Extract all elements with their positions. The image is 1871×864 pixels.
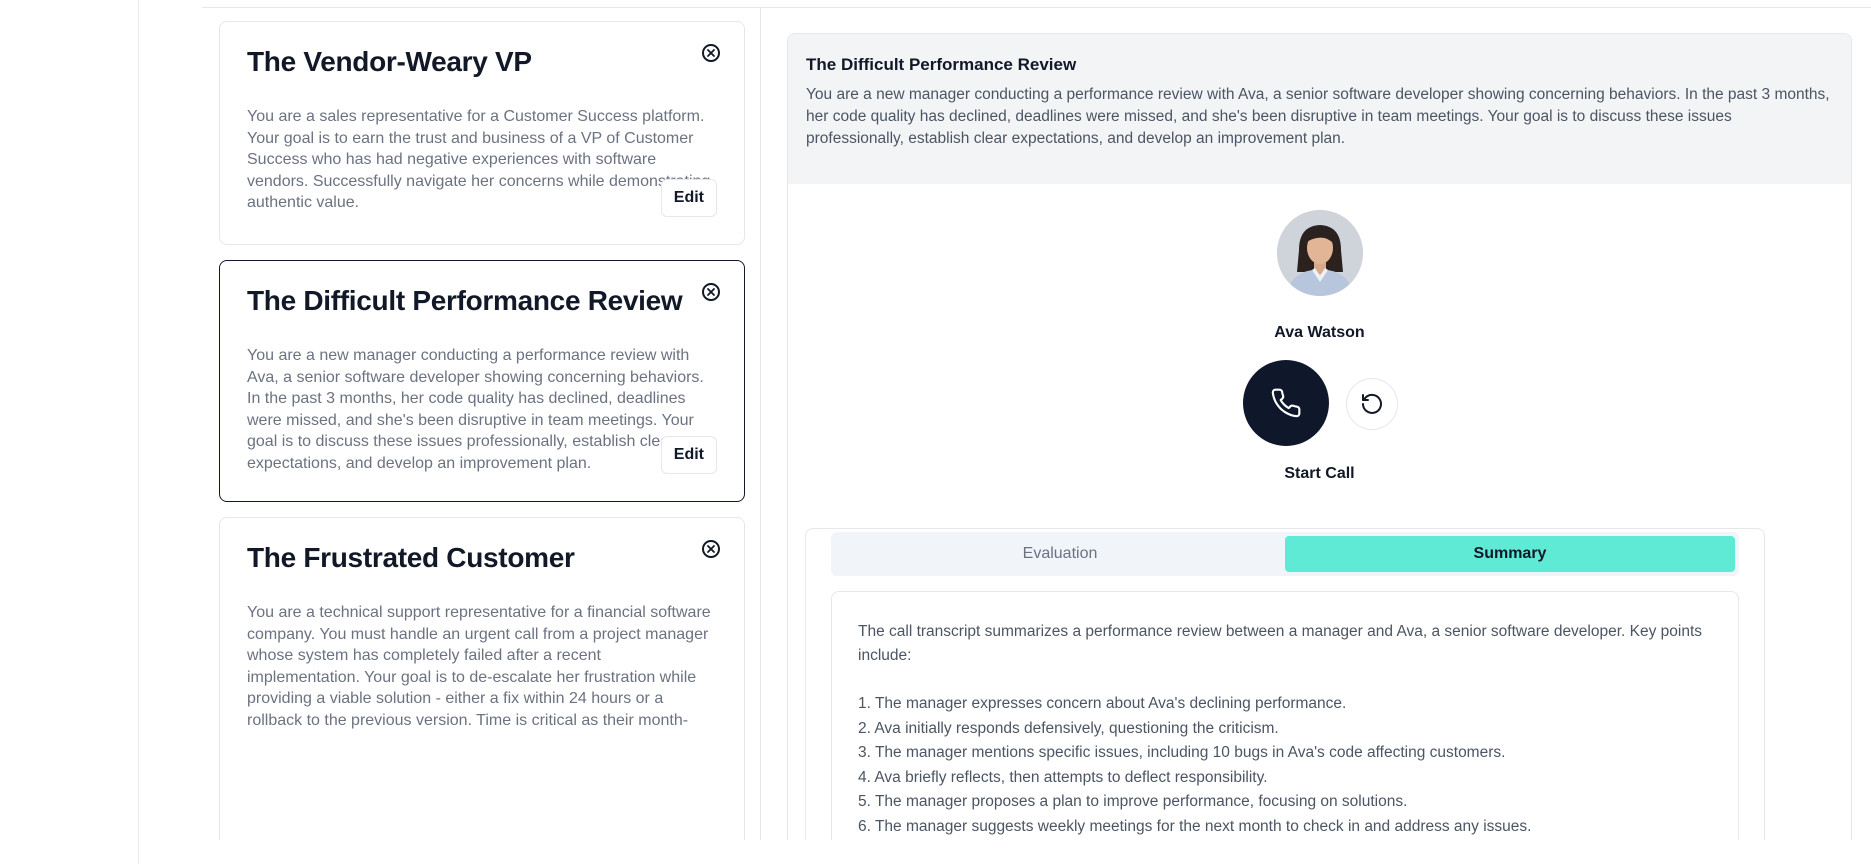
sidebar-divider [138, 0, 139, 864]
edit-button[interactable]: Edit [660, 436, 717, 474]
phone-icon [1271, 388, 1301, 418]
scenario-description: You are a sales representative for a Cus… [247, 108, 711, 211]
tab-summary[interactable]: Summary [1285, 536, 1735, 572]
scenario-title: The Difficult Performance Review [247, 285, 683, 316]
summary-intro: The call transcript summarizes a perform… [858, 623, 1703, 664]
scenario-detail-panel: The Difficult Performance Review You are… [787, 33, 1852, 840]
summary-content: The call transcript summarizes a perform… [831, 591, 1739, 840]
close-icon[interactable] [702, 540, 720, 558]
scenario-title: The Frustrated Customer [247, 542, 575, 573]
scenario-card-frustrated-customer[interactable]: The Frustrated Customer You are a techni… [219, 517, 745, 840]
list-item: 2. Ava initially responds defensively, q… [858, 719, 1279, 737]
avatar [1277, 210, 1363, 296]
start-call-label: Start Call [1284, 465, 1355, 482]
rotate-ccw-icon [1362, 393, 1382, 414]
list-item: 4. Ava briefly reflects, then attempts t… [858, 768, 1268, 786]
list-item: 1. The manager expresses concern about A… [858, 695, 1347, 712]
start-call-button[interactable] [1243, 360, 1329, 446]
detail-title: The Difficult Performance Review [806, 55, 1077, 74]
scenario-description: You are a technical support representati… [247, 604, 711, 729]
scenario-card-difficult-performance-review[interactable]: The Difficult Performance Review You are… [219, 260, 745, 502]
list-item: 5. The manager proposes a plan to improv… [858, 793, 1408, 810]
list-item: 6. The manager suggests weekly meetings … [858, 817, 1532, 835]
close-icon[interactable] [702, 283, 720, 301]
scenario-card-vendor-weary-vp[interactable]: The Vendor-Weary VP You are a sales repr… [219, 21, 745, 245]
reset-button[interactable] [1346, 378, 1398, 430]
scenario-description: You are a new manager conducting a perfo… [247, 347, 704, 472]
persona-name: Ava Watson [1274, 324, 1365, 341]
tab-evaluation[interactable]: Evaluation [835, 536, 1285, 572]
scenario-list[interactable]: The Vendor-Weary VP You are a sales repr… [202, 8, 760, 840]
edit-button[interactable]: Edit [660, 179, 717, 217]
scenario-title: The Vendor-Weary VP [247, 46, 532, 77]
scenario-header: The Difficult Performance Review You are… [788, 34, 1851, 184]
panel-divider [760, 8, 761, 840]
list-item: 3. The manager mentions specific issues,… [858, 744, 1506, 761]
summary-points: 1. The manager expresses concern about A… [858, 692, 1712, 839]
results-tabs: Evaluation Summary [831, 532, 1739, 576]
close-icon[interactable] [702, 44, 720, 62]
results-card: Evaluation Summary The call transcript s… [805, 528, 1765, 840]
detail-description: You are a new manager conducting a perfo… [806, 86, 1830, 147]
